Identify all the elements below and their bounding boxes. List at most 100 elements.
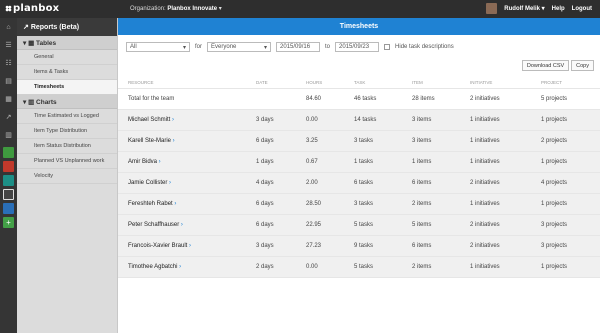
avatar[interactable] — [486, 3, 498, 14]
app-teal-icon[interactable] — [3, 175, 14, 186]
header-project[interactable]: Project — [541, 80, 600, 85]
total-initiatives: 2 initiatives — [470, 96, 500, 102]
sidebar-title: ↗ Reports (Beta) — [17, 18, 117, 36]
project-cell: 3 projects — [541, 243, 568, 249]
list-icon[interactable]: ☰ — [0, 36, 17, 54]
timesheet-table: Resource Date Hours Task Item Initiative… — [118, 77, 600, 278]
item-cell: 1 items — [412, 159, 432, 165]
chevron-down-icon: ▾ — [264, 44, 268, 51]
date-cell: 6 days — [256, 201, 274, 207]
sidebar-item-velocity[interactable]: Velocity — [17, 169, 117, 184]
export-buttons: Download CSV Copy — [521, 60, 594, 71]
chevron-right-icon: › — [177, 264, 182, 270]
total-row: Total for the team 84.60 46 tasks 28 ite… — [118, 89, 600, 110]
download-csv-button[interactable]: Download CSV — [521, 60, 570, 71]
layers-icon[interactable]: ▤ — [0, 72, 17, 90]
sidebar-item-planned-unplanned[interactable]: Planned VS Unplanned work — [17, 154, 117, 169]
sidebar-item-timesheets[interactable]: Timesheets — [17, 80, 117, 95]
item-cell: 6 items — [412, 180, 432, 186]
header-date[interactable]: Date — [256, 80, 306, 85]
hide-descriptions-label: Hide task descriptions — [395, 44, 454, 50]
chart-icon: ▥ — [28, 99, 37, 106]
resource-cell[interactable]: Francois-Xavier Brault › — [118, 243, 256, 249]
header-initiative[interactable]: Initiative — [470, 80, 541, 85]
initiative-cell: 2 initiatives — [470, 243, 500, 249]
date-cell: 1 days — [256, 159, 274, 165]
initiative-cell: 1 initiatives — [470, 201, 500, 207]
calendar-icon[interactable]: ▦ — [0, 90, 17, 108]
sidebar-item-item-status[interactable]: Item Status Distribution — [17, 139, 117, 154]
main-content: Timesheets All ▾ for Everyone ▾ 2015/09/16… — [118, 18, 600, 333]
resource-cell[interactable]: Michael Schmitt › — [118, 117, 256, 123]
table-row[interactable]: Michael Schmitt › 3 days 0.00 14 tasks 3… — [118, 110, 600, 131]
item-cell: 2 items — [412, 201, 432, 207]
task-cell: 5 tasks — [354, 222, 374, 228]
table-row[interactable]: Francois-Xavier Brault › 3 days 27.23 9 … — [118, 236, 600, 257]
section-tables[interactable]: ▾ ▦ Tables — [17, 36, 117, 50]
chart-icon[interactable]: ▥ — [0, 126, 17, 144]
copy-button[interactable]: Copy — [571, 60, 594, 71]
resource-name: Michael Schmitt — [128, 117, 171, 123]
sidebar-item-item-type[interactable]: Item Type Distribution — [17, 124, 117, 139]
header-task[interactable]: Task — [354, 80, 412, 85]
resource-cell[interactable]: Jamie Collister › — [118, 180, 256, 186]
logout-link[interactable]: Logout — [572, 6, 592, 12]
header-item[interactable]: Item — [412, 80, 470, 85]
trend-icon: ↗ — [23, 24, 31, 31]
total-projects: 5 projects — [541, 96, 568, 102]
total-items: 28 items — [412, 96, 435, 102]
item-cell: 3 items — [412, 117, 432, 123]
table-row[interactable]: Timothee Agbatchi › 2 days 0.00 5 tasks … — [118, 257, 600, 278]
table-row[interactable]: Fereshteh Rabet › 6 days 28.50 3 tasks 2… — [118, 194, 600, 215]
resource-cell[interactable]: Amir Bidva › — [118, 159, 256, 165]
add-icon[interactable]: + — [3, 217, 14, 228]
sidebar-item-time-estimated[interactable]: Time Estimated vs Logged — [17, 109, 117, 124]
task-cell: 3 tasks — [354, 201, 374, 207]
project-cell: 1 projects — [541, 201, 568, 207]
app-green-icon[interactable] — [3, 147, 14, 158]
item-cell: 2 items — [412, 264, 432, 270]
page-title: Timesheets — [118, 18, 600, 35]
list-alt-icon[interactable]: ☷ — [0, 54, 17, 72]
app-red-icon[interactable] — [3, 161, 14, 172]
date-cell: 6 days — [256, 222, 274, 228]
resource-cell[interactable]: Karell Ste-Marie › — [118, 138, 256, 144]
help-link[interactable]: Help — [552, 6, 565, 12]
organization-selector[interactable]: Organization: Planbox Innovate ▾ — [130, 5, 222, 12]
task-cell: 5 tasks — [354, 264, 374, 270]
trend-icon[interactable]: ↗ — [0, 108, 17, 126]
table-row[interactable]: Peter Schaffhauser › 6 days 22.95 5 task… — [118, 215, 600, 236]
from-date-input[interactable]: 2015/09/16 — [276, 42, 321, 52]
table-row[interactable]: Karell Ste-Marie › 6 days 3.25 3 tasks 3… — [118, 131, 600, 152]
item-cell: 3 items — [412, 138, 432, 144]
table-row[interactable]: Amir Bidva › 1 days 0.67 1 tasks 1 items… — [118, 152, 600, 173]
hide-descriptions-checkbox[interactable] — [384, 44, 391, 50]
org-name: Planbox Innovate — [167, 6, 218, 12]
section-charts[interactable]: ▾ ▥ Charts — [17, 95, 117, 109]
hours-cell: 0.00 — [306, 264, 318, 270]
resource-cell[interactable]: Peter Schaffhauser › — [118, 222, 256, 228]
header-hours[interactable]: Hours — [306, 80, 354, 85]
person-select[interactable]: Everyone ▾ — [207, 42, 272, 52]
planbox-logo[interactable]: planbox — [5, 3, 59, 14]
chevron-right-icon: › — [187, 243, 192, 249]
app-bracket-icon[interactable] — [3, 189, 14, 200]
table-icon: ▦ — [28, 40, 37, 47]
user-menu[interactable]: Rudolf Melik ▾ — [504, 5, 544, 12]
resource-name: Jamie Collister — [128, 180, 168, 186]
project-cell: 1 projects — [541, 264, 568, 270]
app-blue-icon[interactable] — [3, 203, 14, 214]
to-date-input[interactable]: 2015/09/23 — [335, 42, 380, 52]
home-icon[interactable]: ⌂ — [0, 18, 17, 36]
org-label: Organization: — [130, 6, 166, 12]
project-cell: 1 projects — [541, 117, 568, 123]
sidebar-item-general[interactable]: General — [17, 50, 117, 65]
hours-cell: 0.00 — [306, 117, 318, 123]
project-cell: 1 projects — [541, 159, 568, 165]
resource-cell[interactable]: Fereshteh Rabet › — [118, 201, 256, 207]
sidebar-item-items-tasks[interactable]: Items & Tasks — [17, 65, 117, 80]
table-row[interactable]: Jamie Collister › 4 days 2.00 6 tasks 6 … — [118, 173, 600, 194]
header-resource[interactable]: Resource — [118, 80, 256, 85]
scope-select[interactable]: All ▾ — [126, 42, 190, 52]
resource-cell[interactable]: Timothee Agbatchi › — [118, 264, 256, 270]
